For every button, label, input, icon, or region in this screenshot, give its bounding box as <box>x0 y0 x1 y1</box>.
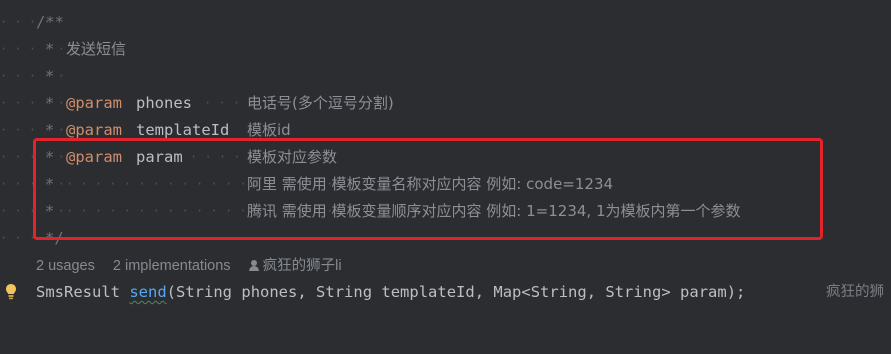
comment-empty-line: · · · · · * <box>0 67 66 85</box>
param-name: phones <box>136 94 192 112</box>
param-identifier: phones <box>241 283 298 301</box>
param-line-phones: · · · · · * @param phones · · · · 电话号(多个… <box>0 90 891 116</box>
implementations-link[interactable]: 2 implementations <box>113 258 231 274</box>
user-icon <box>248 260 259 271</box>
param-identifier: param <box>680 283 727 301</box>
comment-open-line: · · · · /** <box>0 9 891 35</box>
method-name[interactable]: send <box>129 283 166 301</box>
highlight-annotation-box <box>33 138 823 240</box>
return-type: SmsResult <box>36 283 120 301</box>
param-tag: @param <box>66 94 122 112</box>
param-type: String <box>316 283 373 301</box>
inlay-author-hint: 疯狂的狮 <box>826 284 884 300</box>
comment-open: /** <box>36 13 64 31</box>
author-name: 疯狂的狮子li <box>262 258 342 274</box>
code-vision-hints: 2 usages 2 implementations 疯狂的狮子li <box>36 253 356 279</box>
author-hint[interactable]: 疯狂的狮子li <box>248 258 342 274</box>
usages-link[interactable]: 2 usages <box>36 258 95 274</box>
param-type: Map<String, String> <box>493 283 671 301</box>
comment-summary: 发送短信 <box>66 40 127 58</box>
param-type: String <box>176 283 233 301</box>
code-editor[interactable]: · · · · /** · · · · · * 发送短信 · · · · · *… <box>0 0 891 341</box>
param-identifier: templateId <box>381 283 475 301</box>
lightbulb-icon[interactable] <box>5 283 17 301</box>
param-desc: 电话号(多个逗号分割) <box>247 94 394 112</box>
method-declaration[interactable]: SmsResult send(String phones, String tem… <box>36 279 745 305</box>
comment-summary-line: · · · · · * 发送短信 <box>0 36 891 62</box>
